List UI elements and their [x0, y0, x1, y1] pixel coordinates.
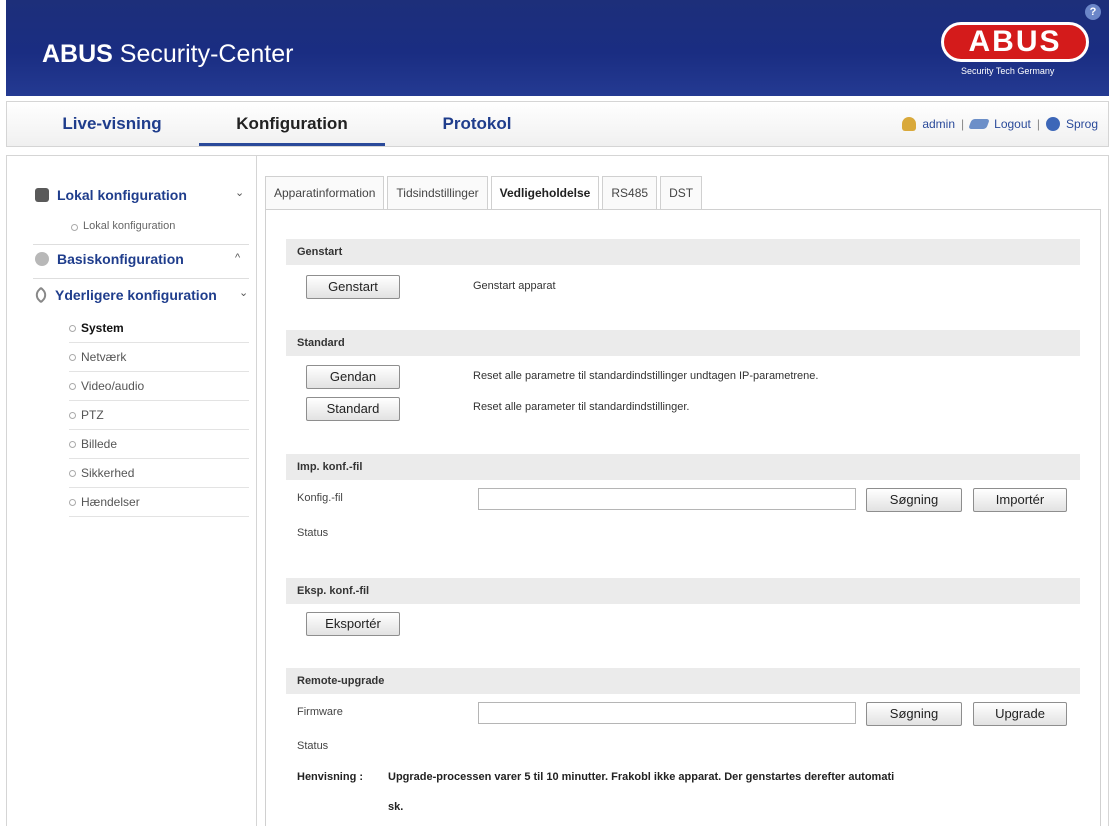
firmware-file-input[interactable] [478, 702, 856, 724]
restore-button[interactable]: Gendan [306, 365, 400, 389]
section-header-restart: Genstart [286, 239, 1080, 265]
sidebar-group-local[interactable]: Lokal konfiguration [35, 182, 187, 208]
upgrade-button[interactable]: Upgrade [973, 702, 1067, 726]
nav-tab-configuration[interactable]: Konfiguration [199, 102, 385, 146]
export-button[interactable]: Eksportér [306, 612, 400, 636]
language-link[interactable]: Sprog [1066, 102, 1098, 146]
help-icon[interactable]: ? [1085, 4, 1101, 20]
browse-config-button[interactable]: Søgning [866, 488, 962, 512]
chevron-down-icon[interactable]: ⌄ [235, 186, 244, 199]
globe-icon[interactable] [1045, 117, 1060, 131]
chevron-down-icon[interactable]: ⌄ [239, 286, 248, 299]
logout-link[interactable]: Logout [994, 102, 1031, 146]
sidebar-group-basis[interactable]: Basiskonfiguration [35, 246, 184, 272]
sidebar-item-system[interactable]: System [69, 314, 249, 343]
note-text-wrap: sk. [388, 801, 404, 813]
sidebar-item-local-config[interactable]: Lokal konfiguration [70, 220, 175, 232]
user-area: admin | Logout | Sprog [902, 102, 1098, 146]
tab-bar: Apparatinformation Tidsindstillinger Ved… [265, 176, 705, 210]
tab-rs485[interactable]: RS485 [602, 176, 658, 209]
tab-maintenance[interactable]: Vedligeholdelse [490, 176, 600, 210]
nav-tab-live-view[interactable]: Live-visning [37, 102, 187, 146]
user-icon [902, 117, 917, 131]
tab-dst[interactable]: DST [660, 176, 703, 209]
abus-logo: ABUS Security Tech Germany [941, 22, 1091, 82]
content-area: Apparatinformation Tidsindstillinger Ved… [257, 156, 1109, 826]
sidebar-group-extra[interactable]: Yderligere konfiguration [32, 282, 217, 308]
chevron-up-icon[interactable]: ^ [235, 252, 240, 264]
logout-icon[interactable] [968, 119, 990, 129]
restart-button[interactable]: Genstart [306, 275, 400, 299]
firmware-label: Firmware [297, 706, 343, 718]
sidebar-item-ptz[interactable]: PTZ [69, 401, 249, 430]
monitor-icon [35, 188, 49, 202]
import-status-label: Status [297, 527, 329, 539]
sidebar-group-label: Yderligere konfiguration [55, 287, 217, 303]
top-navigation: Live-visning Konfiguration Protokol admi… [6, 101, 1109, 147]
note-text: Upgrade-processen varer 5 til 10 minutte… [388, 771, 895, 783]
browse-firmware-button[interactable]: Søgning [866, 702, 962, 726]
sidebar-item-video-audio[interactable]: Video/audio [69, 372, 249, 401]
nav-tab-protocol[interactable]: Protokol [407, 102, 547, 146]
main-frame: Lokal konfiguration ⌄ Lokal konfiguratio… [6, 155, 1109, 826]
app-title: ABUS Security-Center [42, 40, 294, 68]
divider [33, 278, 249, 279]
restart-description: Genstart apparat [473, 280, 556, 292]
user-name[interactable]: admin [922, 102, 955, 146]
separator: | [961, 117, 965, 131]
sidebar-item-network[interactable]: Netværk [69, 343, 249, 372]
section-header-default: Standard [286, 330, 1080, 356]
sidebar-item-security[interactable]: Sikkerhed [69, 459, 249, 488]
restore-description: Reset alle parametre til standardindstil… [473, 370, 819, 382]
logo-text: ABUS [941, 22, 1089, 62]
tab-time-settings[interactable]: Tidsindstillinger [387, 176, 488, 209]
tab-device-info[interactable]: Apparatinformation [265, 176, 385, 209]
header-banner: ABUS Security-Center ABUS Security Tech … [6, 0, 1109, 96]
separator: | [1036, 117, 1040, 131]
sidebar-item-image[interactable]: Billede [69, 430, 249, 459]
wrench-icon [32, 286, 50, 304]
section-header-export: Eksp. konf.-fil [286, 578, 1080, 604]
logo-tagline: Security Tech Germany [961, 66, 1055, 76]
sidebar-group-label: Basiskonfiguration [57, 251, 184, 267]
upgrade-status-label: Status [297, 740, 329, 752]
default-description: Reset alle parameter til standardindstil… [473, 401, 690, 413]
divider [33, 244, 249, 245]
sidebar: Lokal konfiguration ⌄ Lokal konfiguratio… [7, 156, 257, 826]
gear-icon [35, 252, 49, 266]
section-header-upgrade: Remote-upgrade [286, 668, 1080, 694]
default-button[interactable]: Standard [306, 397, 400, 421]
sidebar-item-events[interactable]: Hændelser [69, 488, 249, 517]
config-file-input[interactable] [478, 488, 856, 510]
section-header-import: Imp. konf.-fil [286, 454, 1080, 480]
maintenance-panel: Genstart Genstart Genstart apparat Stand… [265, 209, 1101, 826]
sidebar-group-label: Lokal konfiguration [57, 187, 187, 203]
note-label: Henvisning : [297, 771, 364, 783]
import-button[interactable]: Importér [973, 488, 1067, 512]
config-file-label: Konfig.-fil [297, 492, 343, 504]
